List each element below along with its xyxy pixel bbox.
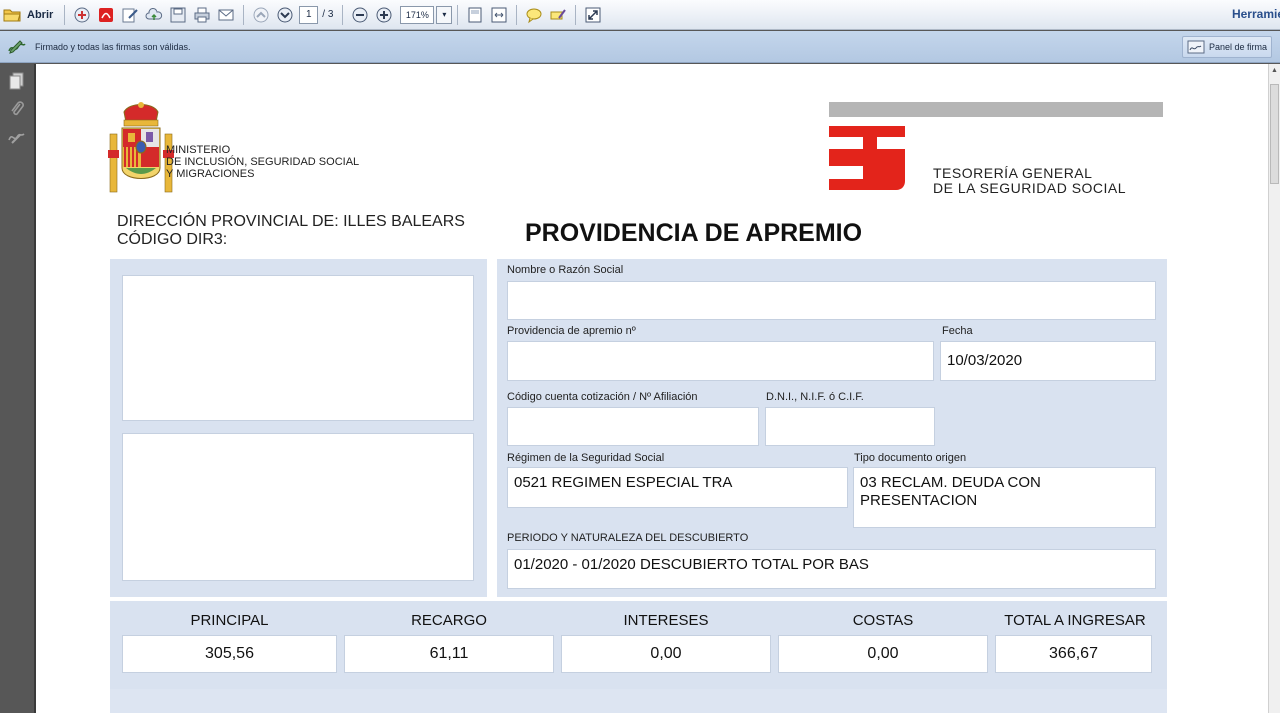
page-number-input[interactable]: 1 <box>299 5 319 24</box>
address-box-bottom <box>122 433 474 581</box>
tipo-documento-field: 03 RECLAM. DEUDA CON PRESENTACION <box>853 467 1156 528</box>
provincial-direction: DIRECCIÓN PROVINCIAL DE: ILLES BALEARS C… <box>117 213 465 249</box>
fecha-field: 10/03/2020 <box>940 341 1156 381</box>
cloud-upload-icon[interactable] <box>144 5 164 25</box>
signature-valid-icon <box>7 38 27 56</box>
providencia-field <box>507 341 934 381</box>
amounts-panel: PRINCIPAL RECARGO INTERESES COSTAS TOTAL… <box>110 601 1167 713</box>
pdf-page: MINISTERIO DE INCLUSIÓN, SEGURIDAD SOCIA… <box>36 64 1270 713</box>
ccc-field <box>507 407 759 446</box>
address-panel <box>110 259 487 597</box>
amount-label-costas: COSTAS <box>852 612 914 629</box>
dni-label: D.N.I., N.I.F. ó C.I.F. <box>766 391 864 403</box>
zoom-in-icon[interactable] <box>374 5 394 25</box>
signature-panel-label: Panel de firma <box>1208 42 1267 52</box>
open-button[interactable]: Abrir <box>27 9 53 21</box>
create-pdf-icon[interactable] <box>72 5 92 25</box>
toolbar-separator <box>342 4 344 25</box>
amount-value-recargo: 61,11 <box>344 635 554 673</box>
zoom-level-input[interactable]: 171% <box>400 5 435 24</box>
nombre-field <box>507 281 1156 320</box>
scroll-up-icon[interactable]: ▲ <box>1271 67 1278 74</box>
vertical-scrollbar[interactable]: ▲ <box>1268 64 1280 713</box>
tipo-documento-label: Tipo documento origen <box>854 452 967 464</box>
ministry-line: DE INCLUSIÓN, SEGURIDAD SOCIAL <box>166 156 360 168</box>
tgss-header-bar <box>829 102 1163 117</box>
ministry-line: MINISTERIO <box>166 144 231 156</box>
tgss-name: TESORERÍA GENERAL DE LA SEGURIDAD SOCIAL <box>933 166 1126 196</box>
amount-value-costas: 0,00 <box>778 635 988 673</box>
acrobat-icon[interactable] <box>96 5 116 25</box>
amount-label-recargo: RECARGO <box>411 612 487 629</box>
amount-value-intereses: 0,00 <box>561 635 771 673</box>
codigo-dir3: CÓDIGO DIR3: <box>117 231 228 248</box>
regimen-field: 0521 REGIMEN ESPECIAL TRA <box>507 467 848 508</box>
amount-label-intereses: INTERESES <box>623 612 709 629</box>
toolbar-separator <box>243 4 245 25</box>
debtor-details-panel: Nombre o Razón Social Providencia de apr… <box>497 259 1167 597</box>
tgss-line: DE LA SEGURIDAD SOCIAL <box>933 180 1127 196</box>
tgss-logo <box>829 126 907 197</box>
save-icon[interactable] <box>168 5 188 25</box>
signature-status-bar: Firmado y todas las firmas son válidas. … <box>0 31 1280 63</box>
ministry-line: Y MIGRACIONES <box>166 168 255 180</box>
previous-page-icon[interactable] <box>251 5 271 25</box>
zoom-out-icon[interactable] <box>350 5 370 25</box>
highlight-icon[interactable] <box>548 5 568 25</box>
fecha-label: Fecha <box>942 325 973 337</box>
edit-icon[interactable] <box>120 5 140 25</box>
dni-field <box>765 407 935 446</box>
signatures-icon[interactable] <box>5 126 29 148</box>
ministry-name: MINISTERIO DE INCLUSIÓN, SEGURIDAD SOCIA… <box>166 144 359 180</box>
address-box-top <box>122 275 474 421</box>
amount-value-principal: 305,56 <box>122 635 337 673</box>
page-total: / 3 <box>322 9 334 20</box>
pages-thumbnail-icon[interactable] <box>5 70 29 92</box>
periodo-field: 01/2020 - 01/2020 DESCUBIERTO TOTAL POR … <box>507 549 1156 589</box>
expand-icon[interactable] <box>583 5 603 25</box>
providencia-label: Providencia de apremio nº <box>507 325 636 337</box>
periodo-label: PERIODO Y NATURALEZA DEL DESCUBIERTO <box>507 532 749 544</box>
nombre-label: Nombre o Razón Social <box>507 264 624 276</box>
toolbar-separator <box>575 4 577 25</box>
direccion-provincial: DIRECCIÓN PROVINCIAL DE: ILLES BALEARS <box>117 213 465 230</box>
tgss-line: TESORERÍA GENERAL <box>933 165 1093 181</box>
zoom-dropdown-icon[interactable]: ▾ <box>436 5 453 24</box>
amount-label-principal: PRINCIPAL <box>190 612 269 629</box>
toolbar-separator <box>64 4 66 25</box>
toolbar-separator <box>516 4 518 25</box>
ccc-label: Código cuenta cotización / Nº Afiliación <box>507 391 698 403</box>
document-title: PROVIDENCIA DE APREMIO <box>525 219 863 247</box>
print-icon[interactable] <box>192 5 212 25</box>
next-page-icon[interactable] <box>275 5 295 25</box>
regimen-label: Régimen de la Seguridad Social <box>507 452 665 464</box>
amounts-footer-strip <box>110 689 1167 713</box>
fit-page-icon[interactable] <box>465 5 485 25</box>
amount-value-total: 366,67 <box>995 635 1152 673</box>
amount-label-total: TOTAL A INGRESAR <box>1004 612 1146 629</box>
scrollbar-thumb[interactable] <box>1270 84 1279 184</box>
email-icon[interactable] <box>216 5 236 25</box>
attachment-icon[interactable] <box>5 98 29 120</box>
signature-status-text: Firmado y todas las firmas son válidas. <box>35 41 191 52</box>
document-viewport[interactable]: MINISTERIO DE INCLUSIÓN, SEGURIDAD SOCIA… <box>34 64 1268 713</box>
open-folder-icon[interactable] <box>2 5 22 25</box>
main-toolbar: Abrir 1 / 3 171% ▾ Herramie <box>0 0 1280 30</box>
toolbar-separator <box>457 4 459 25</box>
comment-icon[interactable] <box>524 5 544 25</box>
fit-width-icon[interactable] <box>489 5 509 25</box>
navigation-pane <box>0 64 34 713</box>
signature-pen-icon <box>1187 40 1205 54</box>
tools-tab[interactable]: Herramie <box>1232 7 1280 21</box>
signature-panel-button[interactable]: Panel de firma <box>1181 36 1272 58</box>
